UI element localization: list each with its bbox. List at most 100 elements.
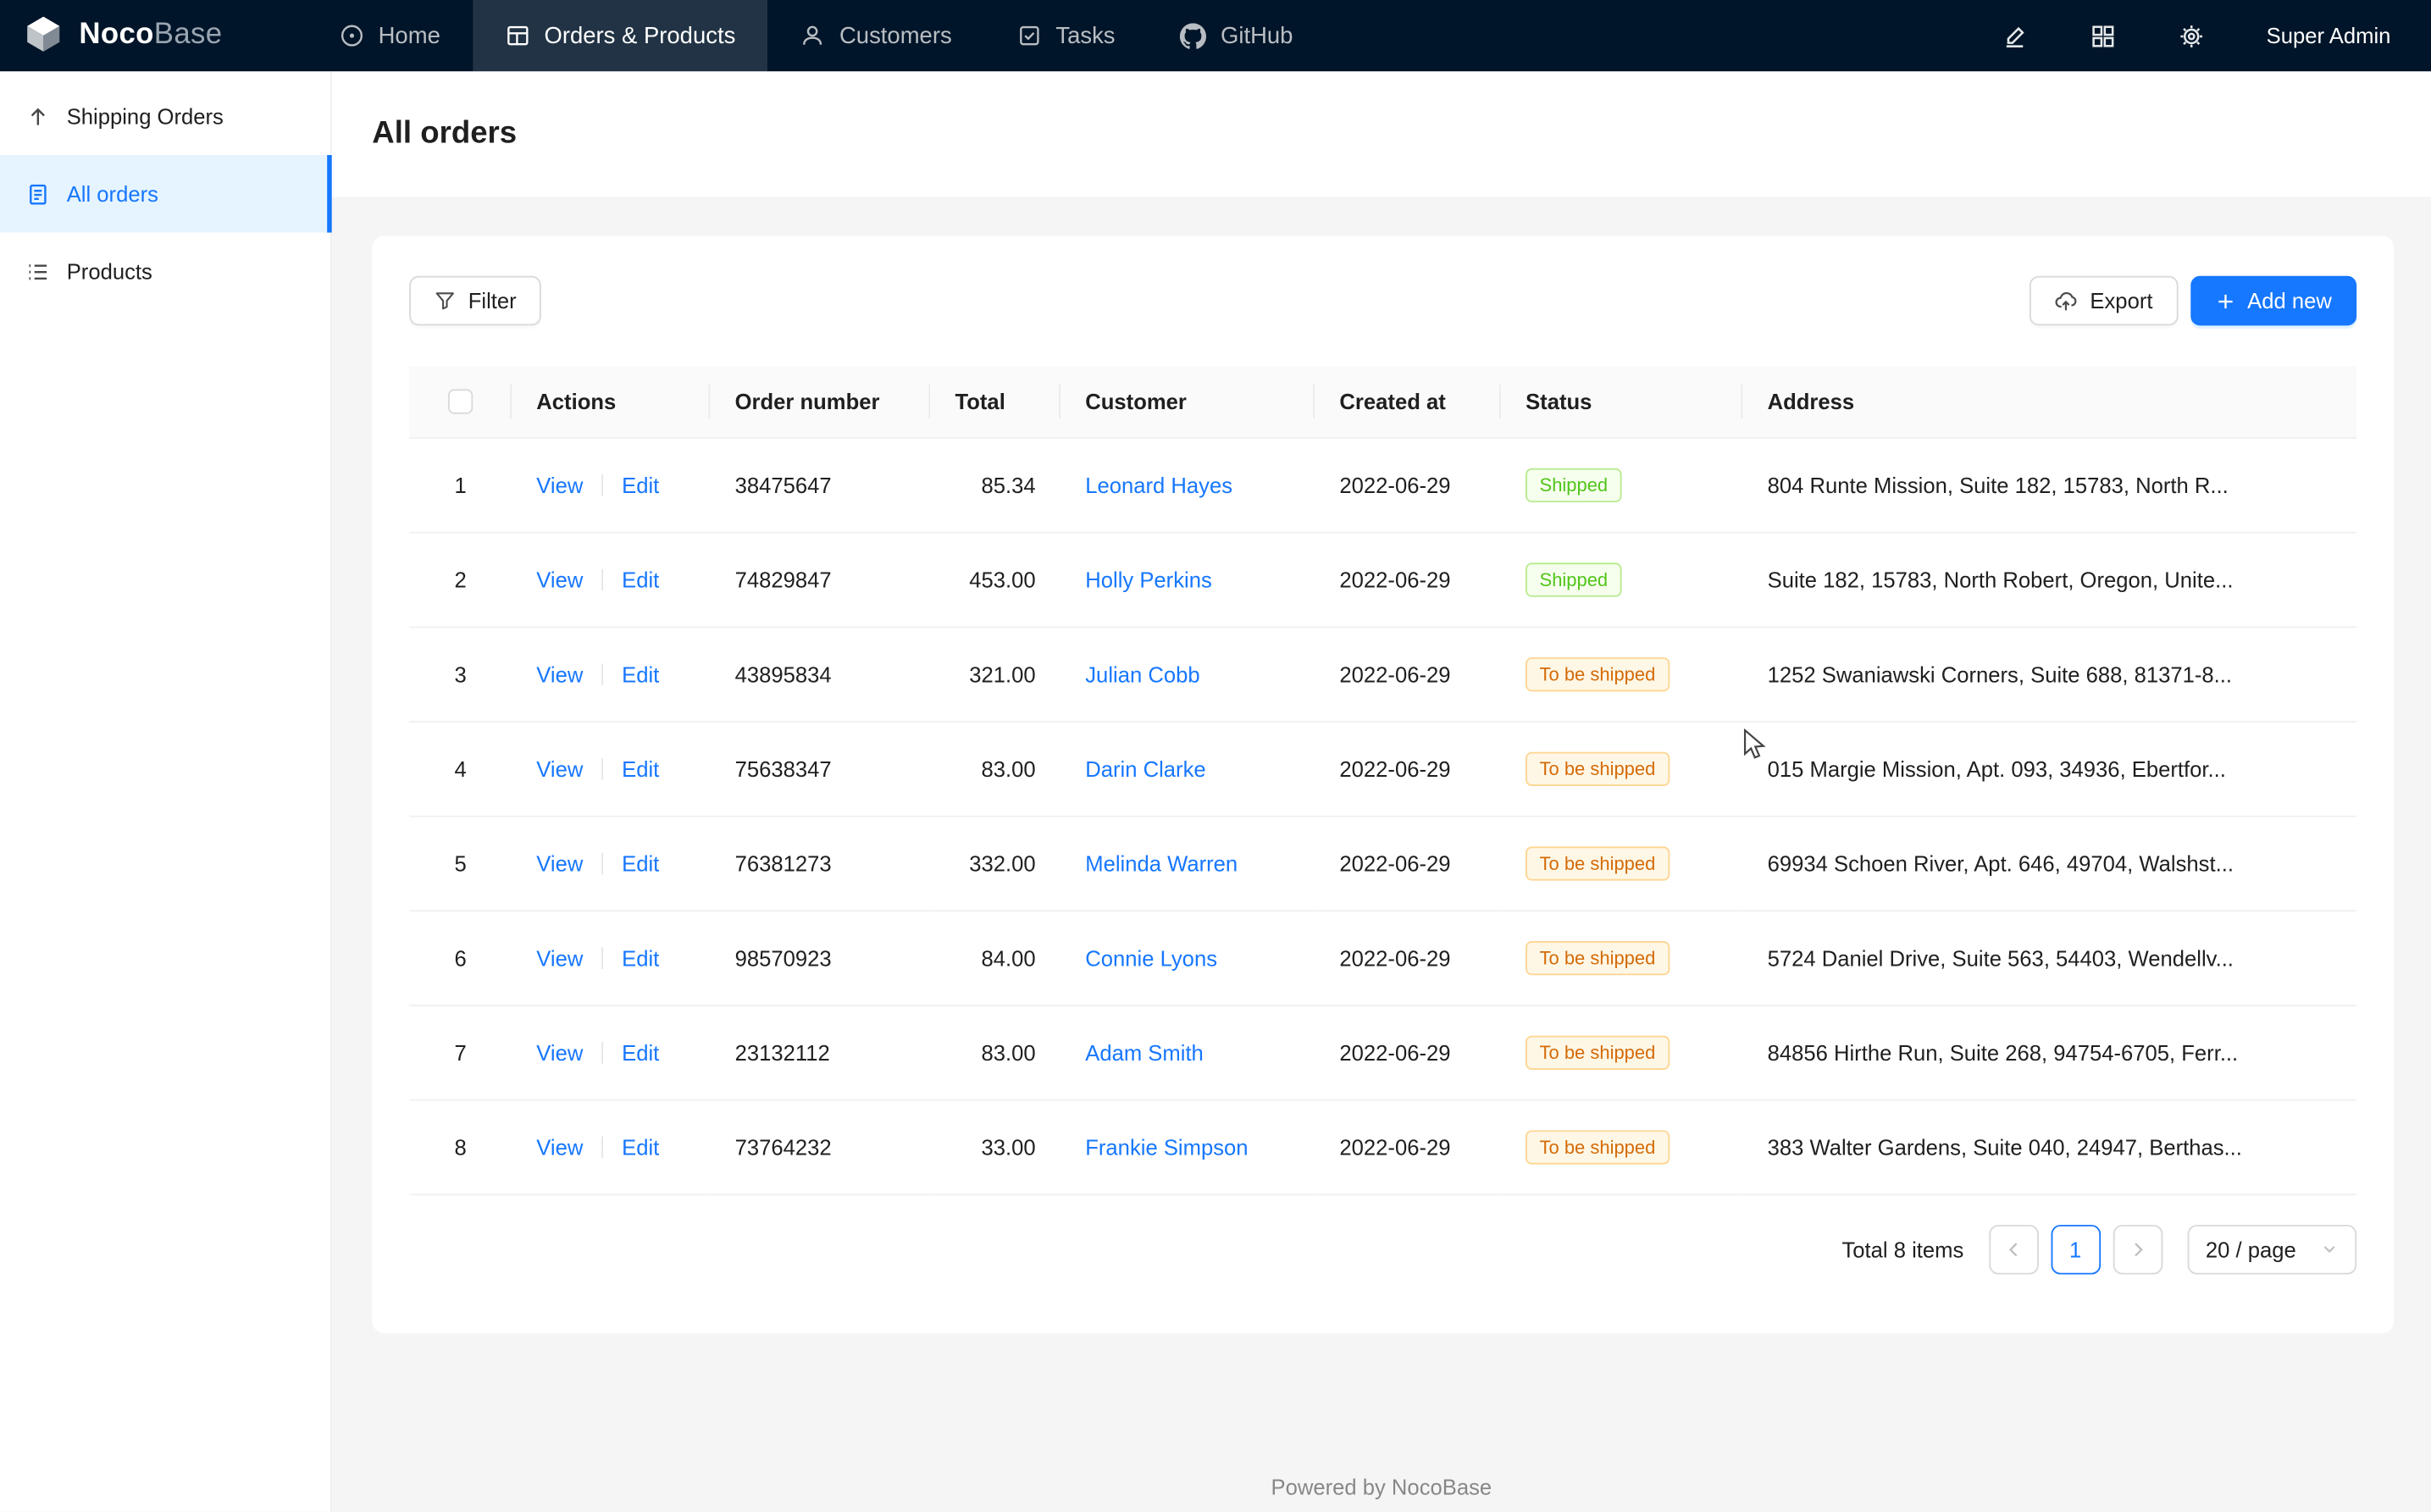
nav-item-home[interactable]: Home [307,0,473,71]
view-link[interactable]: View [536,567,583,591]
order-number-cell: 75638347 [710,721,930,816]
sidebar-item-shipping-orders[interactable]: Shipping Orders [0,78,330,156]
order-number-cell: 43895834 [710,626,930,721]
edit-link[interactable]: Edit [622,945,659,970]
action-divider [601,946,603,968]
select-all-checkbox[interactable] [448,390,473,414]
table-row: 3 ViewEdit 43895834 321.00 Julian Cobb 2… [409,626,2356,721]
user-menu[interactable]: Super Admin [2267,23,2391,47]
sidebar-item-products[interactable]: Products [0,233,330,311]
nav-item-customers[interactable]: Customers [768,0,984,71]
next-page-icon [2128,1239,2146,1258]
created-at-cell: 2022-06-29 [1315,626,1501,721]
apps-grid-icon[interactable] [2090,23,2116,49]
address-cell: 804 Runte Mission, Suite 182, 15783, Nor… [1742,437,2356,532]
created-at-cell: 2022-06-29 [1315,721,1501,816]
prev-page-icon [2004,1239,2023,1258]
created-at-cell: 2022-06-29 [1315,1099,1501,1194]
created-at-cell: 2022-06-29 [1315,437,1501,532]
export-button[interactable]: Export [2030,276,2178,326]
customer-cell: Leonard Hayes [1060,437,1315,532]
action-divider [601,757,603,779]
status-cell: To be shipped [1501,1005,1743,1099]
address-cell: 5724 Daniel Drive, Suite 563, 54403, Wen… [1742,910,2356,1005]
customer-link[interactable]: Julian Cobb [1085,662,1199,686]
total-cell: 332.00 [930,816,1060,911]
column-header-select [409,366,512,437]
edit-link[interactable]: Edit [622,850,659,875]
table-row: 7 ViewEdit 23132112 83.00 Adam Smith 202… [409,1005,2356,1099]
customer-link[interactable]: Frankie Simpson [1085,1134,1248,1159]
edit-link[interactable]: Edit [622,472,659,496]
customer-link[interactable]: Holly Perkins [1085,567,1212,591]
filter-button[interactable]: Filter [409,276,541,326]
total-cell: 85.34 [930,437,1060,532]
customer-link[interactable]: Leonard Hayes [1085,472,1232,496]
row-index: 1 [409,437,512,532]
edit-link[interactable]: Edit [622,662,659,686]
pagination: Total 8 items 1 20 / page [409,1224,2356,1274]
order-number-cell: 23132112 [710,1005,930,1099]
page-size-select[interactable]: 20 / page [2187,1224,2356,1274]
customer-link[interactable]: Adam Smith [1085,1039,1204,1064]
view-link[interactable]: View [536,850,583,875]
sidebar-item-all-orders[interactable]: All orders [0,155,330,233]
customer-link[interactable]: Connie Lyons [1085,945,1217,970]
brand[interactable]: NocoBase [0,0,307,71]
customer-link[interactable]: Melinda Warren [1085,850,1238,875]
next-page-button[interactable] [2113,1224,2162,1274]
toolbar-right: Export Add new [2030,276,2356,326]
nav-item-label: Customers [839,23,952,49]
action-divider [601,474,603,496]
page-1-button[interactable]: 1 [2051,1224,2101,1274]
row-index: 7 [409,1005,512,1099]
edit-link[interactable]: Edit [622,1039,659,1064]
table-row: 2 ViewEdit 74829847 453.00 Holly Perkins… [409,532,2356,627]
row-index: 5 [409,816,512,911]
tasks-icon [1017,23,1042,47]
view-link[interactable]: View [536,472,583,496]
gear-icon[interactable] [2178,23,2204,49]
view-link[interactable]: View [536,945,583,970]
brand-name: NocoBase [79,19,222,53]
action-divider [601,1136,603,1158]
add-new-button[interactable]: Add new [2190,276,2356,326]
status-cell: To be shipped [1501,816,1743,911]
prev-page-button[interactable] [1989,1224,2039,1274]
row-index: 8 [409,1099,512,1194]
table-row: 8 ViewEdit 73764232 33.00 Frankie Simpso… [409,1099,2356,1194]
status-badge: To be shipped [1526,1129,1670,1163]
nav-item-github[interactable]: GitHub [1148,0,1326,71]
order-number-cell: 98570923 [710,910,930,1005]
filter-icon [434,290,456,312]
actions-cell: View Edit [512,721,710,816]
page-size-value: 20 / page [2206,1237,2296,1261]
edit-link[interactable]: Edit [622,567,659,591]
orders-table: Actions Order number Total Customer Crea… [409,366,2356,1194]
navbar-right-actions: Super Admin [2002,0,2431,71]
created-at-cell: 2022-06-29 [1315,910,1501,1005]
nav-item-orders-products[interactable]: Orders & Products [473,0,767,71]
total-cell: 84.00 [930,910,1060,1005]
status-badge: To be shipped [1526,1035,1670,1069]
status-cell: Shipped [1501,437,1743,532]
created-at-cell: 2022-06-29 [1315,532,1501,627]
customer-cell: Holly Perkins [1060,532,1315,627]
order-number-cell: 73764232 [710,1099,930,1194]
pagination-total: Total 8 items [1841,1237,1963,1261]
highlighter-icon[interactable] [2002,23,2028,49]
status-cell: To be shipped [1501,721,1743,816]
view-link[interactable]: View [536,662,583,686]
add-new-button-label: Add new [2247,288,2332,313]
all-orders-file-icon [26,182,49,205]
edit-link[interactable]: Edit [622,1134,659,1159]
edit-link[interactable]: Edit [622,756,659,780]
view-link[interactable]: View [536,1134,583,1159]
filter-button-label: Filter [468,288,517,313]
actions-cell: View Edit [512,1099,710,1194]
customer-link[interactable]: Darin Clarke [1085,756,1205,780]
action-divider [601,1041,603,1063]
view-link[interactable]: View [536,1039,583,1064]
view-link[interactable]: View [536,756,583,780]
nav-item-tasks[interactable]: Tasks [984,0,1148,71]
